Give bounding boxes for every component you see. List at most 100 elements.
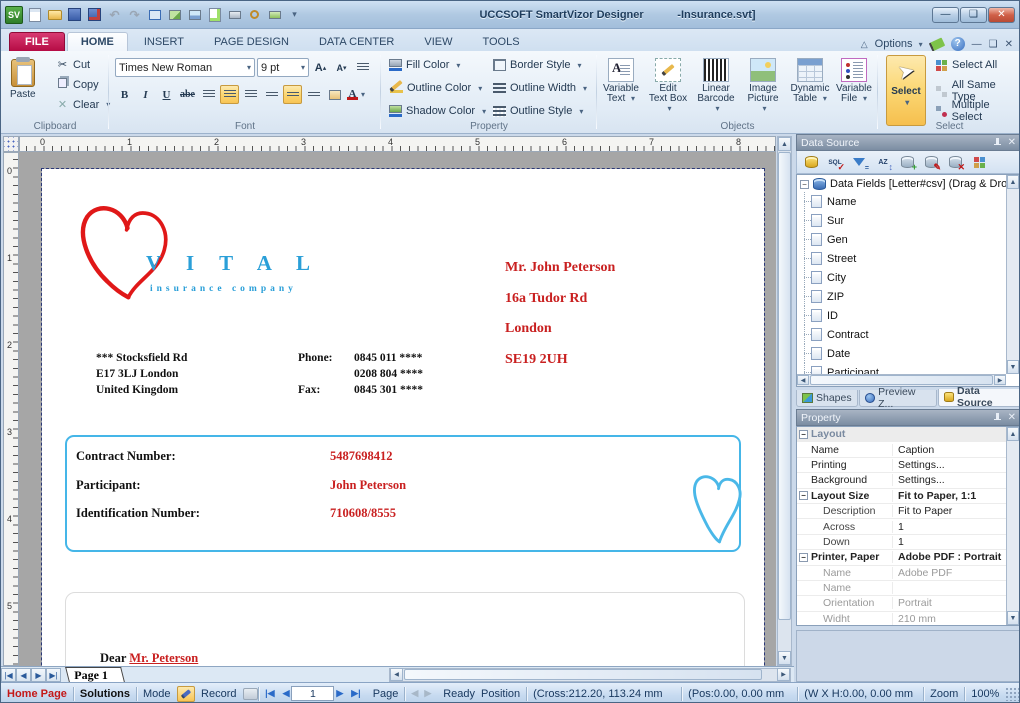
document-page[interactable]: V I T A L insurance company Mr. John Pet…: [42, 169, 764, 666]
sender-address-block[interactable]: *** Stocksfield Rd E17 3LJ London United…: [96, 350, 187, 398]
scroll-down-icon[interactable]: ▼: [1007, 360, 1019, 374]
next-record-icon[interactable]: ▶: [334, 683, 345, 703]
tab-data-center[interactable]: DATA CENTER: [305, 32, 408, 51]
phone-block[interactable]: Phone:0845 011 **** 0208 804 **** Fax:08…: [298, 350, 423, 398]
data-field-item[interactable]: Sur: [797, 211, 1020, 230]
shrink-font-button[interactable]: A▾: [332, 58, 351, 77]
page-setup-icon[interactable]: [206, 6, 223, 23]
tab-page-design[interactable]: PAGE DESIGN: [200, 32, 303, 51]
property-row[interactable]: Down1: [797, 535, 1020, 550]
letter-body-box[interactable]: Dear Mr. Peterson: [65, 592, 745, 666]
identification-number-value[interactable]: 710608/8555: [330, 506, 396, 521]
tab-home[interactable]: HOME: [67, 32, 128, 51]
variable-text-button[interactable]: A VariableText ▾: [599, 54, 643, 108]
outline-width-button[interactable]: Outline Width▾: [493, 82, 587, 94]
recipient-address-block[interactable]: Mr. John Peterson 16a Tudor Rd London SE…: [505, 253, 615, 375]
align-right-button[interactable]: [241, 85, 260, 104]
cut-button[interactable]: ✂Cut: [53, 57, 93, 72]
qat-dropdown-icon[interactable]: ▾: [286, 6, 303, 23]
data-field-item[interactable]: ID: [797, 306, 1020, 325]
participant-value[interactable]: John Peterson: [330, 478, 406, 493]
property-scrollbar[interactable]: ▲ ▼: [1006, 427, 1020, 625]
text-direction-button[interactable]: [325, 85, 344, 104]
data-field-item[interactable]: Contract: [797, 325, 1020, 344]
data-field-item[interactable]: Street: [797, 249, 1020, 268]
doc-minimize-icon[interactable]: —: [972, 39, 982, 50]
clear-button[interactable]: ✕ Clear▾: [53, 97, 113, 112]
horizontal-scroll-thumb[interactable]: [810, 375, 993, 385]
refresh-data-icon[interactable]: [970, 154, 988, 170]
property-row[interactable]: −Printer, PaperAdobe PDF : Portrait: [797, 550, 1020, 565]
redo-icon[interactable]: ↷: [126, 6, 143, 23]
edit-field-icon[interactable]: ✎: [922, 154, 940, 170]
app-logo-icon[interactable]: SV: [5, 6, 23, 24]
data-field-item[interactable]: Date: [797, 344, 1020, 363]
border-style-button[interactable]: Border Style▾: [493, 59, 582, 71]
scroll-up-icon[interactable]: ▲: [1007, 427, 1019, 441]
tree-vertical-scrollbar[interactable]: ▲ ▼: [1006, 175, 1020, 374]
valign-top-button[interactable]: [262, 85, 281, 104]
options-menu[interactable]: Options ▾: [875, 38, 923, 50]
scroll-up-icon[interactable]: ▲: [1007, 175, 1019, 189]
first-record-icon[interactable]: |◀: [259, 683, 280, 703]
scroll-right-icon[interactable]: ▶: [994, 375, 1006, 385]
scroll-down-icon[interactable]: ▼: [778, 651, 791, 665]
italic-button[interactable]: I: [136, 85, 155, 104]
data-fields-root[interactable]: − Data Fields [Letter#csv] (Drag & Drop): [797, 175, 1020, 192]
back-icon[interactable]: ◀: [405, 683, 424, 703]
font-color-button[interactable]: A ▾: [346, 85, 366, 104]
logo-company-name[interactable]: V I T A L: [146, 251, 320, 276]
data-field-item[interactable]: ZIP: [797, 287, 1020, 306]
record-number-input[interactable]: 1: [291, 686, 334, 701]
multiple-select-button[interactable]: Multiple Select: [936, 99, 1020, 123]
doc-close-icon[interactable]: ✕: [1005, 39, 1013, 50]
copy-button[interactable]: Copy: [53, 77, 102, 92]
tab-tools[interactable]: TOOLS: [468, 32, 533, 51]
save-icon[interactable]: [66, 6, 83, 23]
help-icon[interactable]: ?: [951, 37, 965, 51]
minimize-button[interactable]: —: [932, 7, 959, 23]
last-page-icon[interactable]: ▶|: [46, 668, 61, 682]
new-window-icon[interactable]: [146, 6, 163, 23]
panel-close-icon[interactable]: ✕: [1008, 412, 1016, 423]
valign-middle-button[interactable]: [283, 85, 302, 104]
linear-barcode-button[interactable]: LinearBarcode ▾: [693, 54, 739, 118]
panel-close-icon[interactable]: ✕: [1008, 137, 1016, 148]
select-all-button[interactable]: Select All: [936, 59, 997, 71]
picture-tool-icon[interactable]: [186, 6, 203, 23]
last-record-icon[interactable]: ▶|: [345, 683, 366, 703]
property-row[interactable]: DescriptionFit to Paper: [797, 504, 1020, 519]
next-page-icon[interactable]: ▶: [31, 668, 46, 682]
horizontal-scroll-thumb[interactable]: [404, 669, 762, 680]
property-row[interactable]: −Layout SizeFit to Paper, 1:1: [797, 489, 1020, 504]
scroll-left-icon[interactable]: ◀: [797, 375, 809, 385]
solutions-link[interactable]: Solutions: [74, 683, 136, 703]
scroll-down-icon[interactable]: ▼: [1007, 611, 1019, 625]
edit-text-box-button[interactable]: EditText Box ▾: [645, 54, 691, 118]
image-picture-button[interactable]: ImagePicture ▾: [741, 54, 785, 118]
canvas-vertical-scrollbar[interactable]: ▲ ▼: [777, 136, 792, 666]
zoom-value[interactable]: 100%: [965, 683, 1005, 703]
new-document-icon[interactable]: [26, 6, 43, 23]
pin-icon[interactable]: [993, 413, 1002, 422]
grow-font-button[interactable]: A▴: [311, 58, 330, 77]
data-field-item[interactable]: Name: [797, 192, 1020, 211]
align-center-button[interactable]: [220, 85, 239, 104]
shadow-color-button[interactable]: Shadow Color▾: [389, 105, 486, 117]
data-field-item[interactable]: City: [797, 268, 1020, 287]
previous-record-icon[interactable]: ◀: [281, 683, 292, 703]
paste-button[interactable]: Paste: [7, 55, 39, 104]
property-row[interactable]: NameCaption: [797, 442, 1020, 457]
property-row[interactable]: Across1: [797, 519, 1020, 534]
doc-restore-icon[interactable]: ❑: [989, 39, 998, 50]
tab-insert[interactable]: INSERT: [130, 32, 198, 51]
property-row[interactable]: NameAdobe PDF: [797, 566, 1020, 581]
collapse-icon[interactable]: −: [799, 553, 808, 562]
collapse-icon[interactable]: −: [799, 430, 808, 439]
add-field-icon[interactable]: +: [898, 154, 916, 170]
first-page-icon[interactable]: |◀: [1, 668, 16, 682]
home-page-link[interactable]: Home Page: [1, 683, 73, 703]
salutation[interactable]: Dear Mr. Peterson: [100, 651, 198, 666]
select-button[interactable]: ➤ Select▾: [886, 55, 926, 126]
fill-color-button[interactable]: Fill Color▾: [389, 59, 460, 71]
